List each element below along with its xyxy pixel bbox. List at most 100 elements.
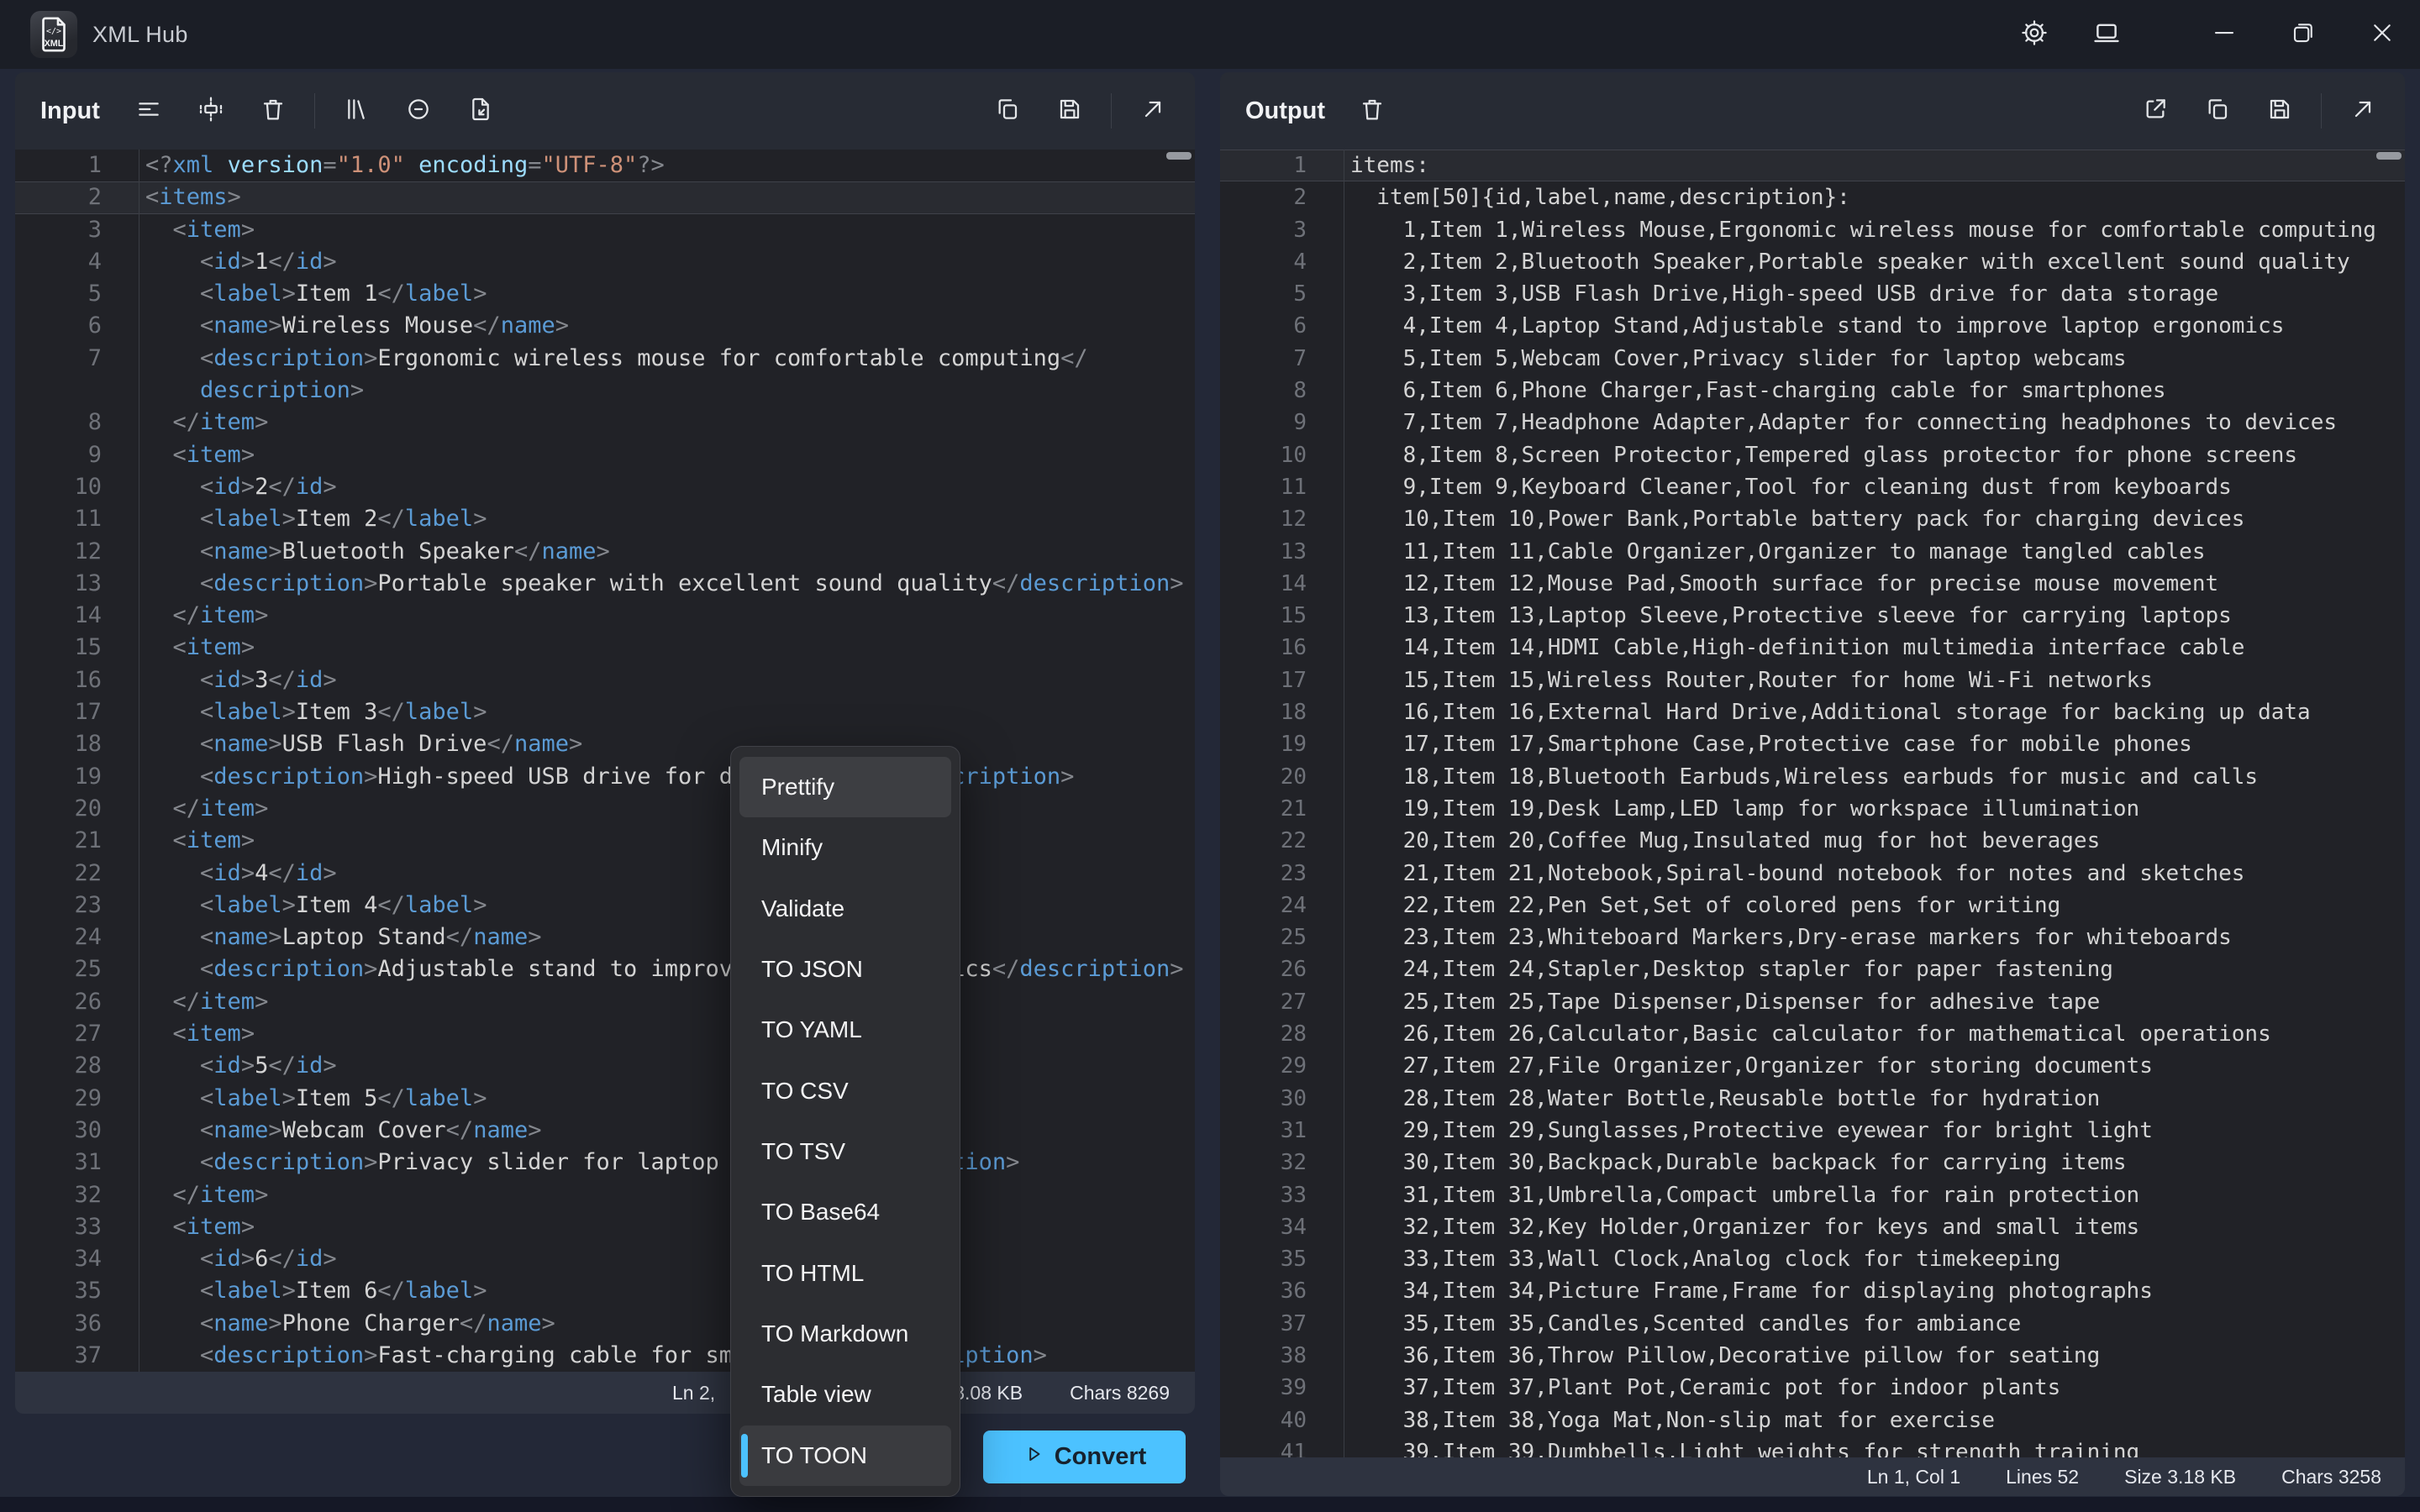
display-mode-button[interactable]: [2077, 0, 2136, 69]
copy-output-button[interactable]: [2194, 87, 2241, 134]
input-chars: Chars 8269: [1070, 1382, 1170, 1404]
line-number: 28: [1220, 1018, 1344, 1050]
close-button[interactable]: [2353, 0, 2412, 69]
clear-input-button[interactable]: [250, 87, 297, 134]
copy-icon: [2204, 96, 2231, 127]
line-number: 33: [15, 1211, 139, 1243]
line-number: 15: [15, 632, 139, 664]
code-text: 36,Item 36,Throw Pillow,Decorative pillo…: [1344, 1340, 2100, 1372]
code-text: 38,Item 38,Yoga Mat,Non-slip mat for exe…: [1344, 1404, 1995, 1436]
input-editor[interactable]: 1<?xml version="1.0" encoding="UTF-8"?>2…: [15, 150, 1195, 1372]
code-line: 38 36,Item 36,Throw Pillow,Decorative pi…: [1220, 1340, 2405, 1372]
line-number: 22: [1220, 825, 1344, 857]
line-number: 31: [15, 1147, 139, 1179]
menu-item-table-view[interactable]: Table view: [739, 1364, 951, 1425]
convert-button[interactable]: Convert: [983, 1431, 1186, 1483]
line-number: 33: [1220, 1179, 1344, 1211]
line-number: 32: [15, 1179, 139, 1211]
line-number: 8: [1220, 375, 1344, 407]
code-text: <item>: [139, 439, 255, 471]
minimize-button[interactable]: [2195, 0, 2254, 69]
menu-item-to-csv[interactable]: TO CSV: [739, 1061, 951, 1121]
code-text: 19,Item 19,Desk Lamp,LED lamp for worksp…: [1344, 793, 2139, 825]
compress-icon: [197, 96, 224, 127]
code-line: 6 4,Item 4,Laptop Stand,Adjustable stand…: [1220, 310, 2405, 342]
line-number: 12: [1220, 503, 1344, 535]
line-number: 7: [1220, 343, 1344, 375]
menu-item-minify[interactable]: Minify: [739, 817, 951, 878]
line-number: 35: [1220, 1243, 1344, 1275]
output-editor[interactable]: 1items:2 item[50]{id,label,name,descript…: [1220, 150, 2405, 1457]
menu-item-to-base64[interactable]: TO Base64: [739, 1182, 951, 1242]
line-number: 20: [1220, 761, 1344, 793]
code-line: 30 <name>Webcam Cover</name>: [15, 1115, 1195, 1147]
input-toolbar: Input: [15, 72, 1195, 150]
load-sample-button[interactable]: [457, 87, 504, 134]
share-output-button[interactable]: [2132, 87, 2179, 134]
output-scrollbar-thumb[interactable]: [2376, 152, 2402, 160]
code-text: 30,Item 30,Backpack,Durable backpack for…: [1344, 1147, 2127, 1179]
clear-output-button[interactable]: [1349, 87, 1396, 134]
code-text: 29,Item 29,Sunglasses,Protective eyewear…: [1344, 1115, 2153, 1147]
input-scrollbar-thumb[interactable]: [1166, 152, 1192, 160]
line-number: 27: [15, 1018, 139, 1050]
line-number: 12: [15, 536, 139, 568]
code-text: 31,Item 31,Umbrella,Compact umbrella for…: [1344, 1179, 2139, 1211]
code-line: 27 25,Item 25,Tape Dispenser,Dispenser f…: [1220, 986, 2405, 1018]
code-text: 34,Item 34,Picture Frame,Frame for displ…: [1344, 1275, 2153, 1307]
library-button[interactable]: [333, 87, 380, 134]
code-line: 37 35,Item 35,Candles,Scented candles fo…: [1220, 1308, 2405, 1340]
maximize-button[interactable]: [2274, 0, 2333, 69]
minify-button[interactable]: [187, 87, 234, 134]
save-output-button[interactable]: [2256, 87, 2303, 134]
menu-item-to-json[interactable]: TO JSON: [739, 939, 951, 1000]
prettify-button[interactable]: [125, 87, 172, 134]
line-number: 31: [1220, 1115, 1344, 1147]
menu-item-prettify[interactable]: Prettify: [739, 757, 951, 817]
line-number: 40: [1220, 1404, 1344, 1436]
line-number: 6: [15, 310, 139, 342]
code-line: 4 2,Item 2,Bluetooth Speaker,Portable sp…: [1220, 246, 2405, 278]
code-line: 15 13,Item 13,Laptop Sleeve,Protective s…: [1220, 600, 2405, 632]
output-status-item: Chars 3258: [2281, 1466, 2381, 1488]
settings-button[interactable]: [2005, 0, 2064, 69]
copy-icon: [994, 96, 1021, 127]
menu-item-to-html[interactable]: TO HTML: [739, 1243, 951, 1304]
code-text: 16,Item 16,External Hard Drive,Additiona…: [1344, 696, 2311, 728]
line-number: 32: [1220, 1147, 1344, 1179]
code-text: <id>1</id>: [139, 246, 337, 278]
code-line: 41 39,Item 39,Dumbbells,Light weights fo…: [1220, 1436, 2405, 1457]
line-number: 15: [1220, 600, 1344, 632]
books-icon: [343, 96, 370, 127]
menu-item-to-markdown[interactable]: TO Markdown: [739, 1304, 951, 1364]
line-number: 21: [1220, 793, 1344, 825]
menu-item-to-tsv[interactable]: TO TSV: [739, 1121, 951, 1182]
expand-input-button[interactable]: [1129, 87, 1176, 134]
line-number: 26: [1220, 953, 1344, 985]
code-line: 19 <description>High-speed USB drive for…: [15, 761, 1195, 793]
code-line: 23 <label>Item 4</label>: [15, 890, 1195, 921]
code-line: 21 19,Item 19,Desk Lamp,LED lamp for wor…: [1220, 793, 2405, 825]
code-line: 16 14,Item 14,HDMI Cable,High-definition…: [1220, 632, 2405, 664]
code-text: description>: [139, 375, 364, 407]
code-line: 17 <label>Item 3</label>: [15, 696, 1195, 728]
line-number: 16: [15, 664, 139, 696]
code-line: 5 3,Item 3,USB Flash Drive,High-speed US…: [1220, 278, 2405, 310]
menu-item-to-toon[interactable]: TO TOON: [739, 1425, 951, 1486]
code-text: </item>: [139, 793, 268, 825]
output-panel: Output: [1220, 72, 2405, 1496]
convert-button-label: Convert: [1055, 1443, 1147, 1471]
code-line: 29 <label>Item 5</label>: [15, 1083, 1195, 1115]
menu-item-validate[interactable]: Validate: [739, 879, 951, 939]
line-number: 36: [1220, 1275, 1344, 1307]
code-text: <description>Ergonomic wireless mouse fo…: [139, 343, 1088, 375]
expand-output-button[interactable]: [2339, 87, 2386, 134]
code-text: 15,Item 15,Wireless Router,Router for ho…: [1344, 664, 2153, 696]
save-input-button[interactable]: [1046, 87, 1093, 134]
save-icon: [1056, 96, 1083, 127]
collapse-button[interactable]: [395, 87, 442, 134]
menu-item-to-yaml[interactable]: TO YAML: [739, 1000, 951, 1060]
copy-input-button[interactable]: [984, 87, 1031, 134]
code-line: 3 1,Item 1,Wireless Mouse,Ergonomic wire…: [1220, 214, 2405, 246]
code-line: 32 30,Item 30,Backpack,Durable backpack …: [1220, 1147, 2405, 1179]
